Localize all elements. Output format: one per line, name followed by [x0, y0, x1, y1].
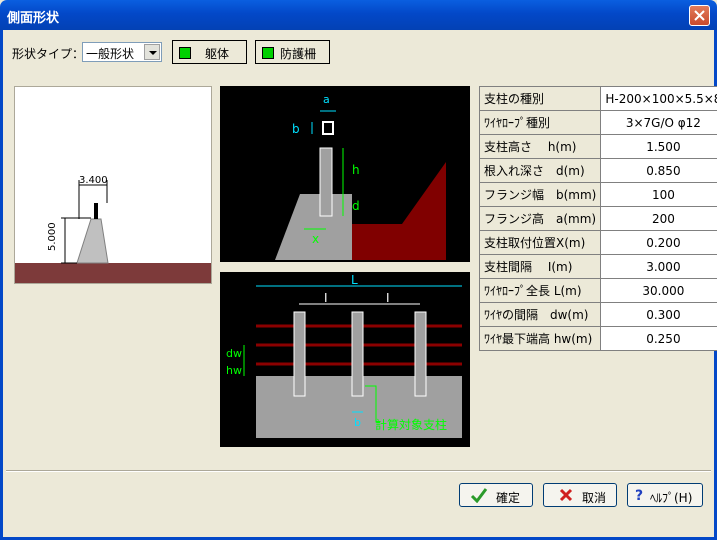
ok-button[interactable]: 確定	[459, 483, 533, 507]
total-length-label: L	[351, 273, 358, 287]
parameter-row: フランジ高 a(mm) 200	[478, 206, 717, 231]
elevation-drawing: L I I dw hw b 計算対象支柱	[226, 273, 462, 438]
toggle-body-label: 躯体	[205, 47, 230, 61]
parameter-row: 根入れ深さ d(m) 0.850	[478, 158, 717, 183]
parameter-value-cell[interactable]: 3.000	[600, 254, 717, 279]
post-center	[351, 311, 364, 397]
parameter-value-cell[interactable]: 0.300	[600, 302, 717, 327]
parameter-label: フランジ高 a(mm)	[478, 206, 602, 231]
post-column	[319, 147, 333, 217]
parameter-label: 支柱間隔 I(m)	[478, 254, 602, 279]
parameter-row: ﾜｲﾔ最下端高 hw(m) 0.250	[478, 326, 717, 351]
cross-section-drawing: a b h d x	[275, 93, 446, 260]
wire-spacing-label: dw	[226, 347, 242, 360]
shape-type-select[interactable]: 一般形状	[82, 42, 162, 62]
slope-section	[352, 162, 446, 260]
parameter-label: ﾜｲﾔﾛｰﾌﾟ種別	[478, 110, 602, 135]
width-dimension: 3.400	[79, 175, 108, 186]
divider	[6, 470, 711, 472]
post-marker	[94, 203, 98, 219]
post-left	[293, 311, 306, 397]
parameter-value-cell[interactable]: 30.000	[600, 278, 717, 303]
wire-bottom-height-label: hw	[226, 364, 242, 377]
chevron-down-icon[interactable]	[144, 44, 160, 60]
parameter-value-cell[interactable]: 0.250	[600, 326, 717, 351]
parameter-row: 支柱取付位置X(m) 0.200	[478, 230, 717, 255]
parameter-table: 支柱の種別 H-200×100×5.5×8 ﾜｲﾔﾛｰﾌﾟ種別 3×7G/O φ12 支…	[478, 86, 717, 351]
parameter-label: 根入れ深さ d(m)	[478, 158, 602, 183]
x-icon	[559, 488, 573, 502]
ground-layer	[15, 263, 211, 283]
h-section-icon	[322, 121, 334, 135]
post-height-label: h	[352, 163, 360, 177]
svg-text:?: ?	[635, 488, 643, 503]
flange-width-label: b	[292, 122, 300, 136]
flange-width-label: b	[354, 416, 361, 429]
post-spacing-label-1: I	[324, 291, 328, 305]
parameter-value-cell[interactable]: 100	[600, 182, 717, 207]
height-dimension: 5.000	[47, 222, 58, 251]
window-title: 側面形状	[7, 11, 60, 26]
parameter-row: ﾜｲﾔの間隔 dw(m) 0.300	[478, 302, 717, 327]
toggle-fence-label: 防護柵	[280, 47, 317, 61]
cross-section-panel: a b h d x	[220, 86, 470, 262]
elevation-panel: L I I dw hw b 計算対象支柱	[220, 272, 470, 447]
toggle-body-button[interactable]: 躯体	[172, 40, 247, 64]
parameter-label: 支柱取付位置X(m)	[478, 230, 602, 255]
parameter-value-cell[interactable]: 1.500	[600, 134, 717, 159]
flange-height-label: a	[323, 93, 330, 106]
title-bar: 側面形状	[0, 0, 717, 30]
parameter-label: ﾜｲﾔ最下端高 hw(m)	[478, 326, 602, 351]
parameter-label: 支柱の種別	[478, 86, 602, 111]
question-icon: ?	[635, 488, 643, 503]
ok-label: 確定	[496, 491, 521, 505]
parameter-row: ﾜｲﾔﾛｰﾌﾟ種別 3×7G/O φ12	[478, 110, 717, 135]
parameter-value-cell[interactable]: 3×7G/O φ12	[600, 110, 717, 135]
wall-section	[76, 218, 109, 264]
help-button[interactable]: ? ﾍﾙﾌﾟ(H)	[627, 483, 703, 507]
green-indicator-icon	[262, 47, 274, 59]
parameter-row: 支柱間隔 I(m) 3.000	[478, 254, 717, 279]
close-icon	[694, 10, 705, 21]
toggle-fence-button[interactable]: 防護柵	[255, 40, 330, 64]
cancel-label: 取消	[582, 491, 607, 505]
status-bar	[3, 517, 714, 537]
overall-preview-drawing: 3.400 5.000	[15, 175, 211, 283]
parameter-value-cell[interactable]: 0.200	[600, 230, 717, 255]
parameter-label: ﾜｲﾔの間隔 dw(m)	[478, 302, 602, 327]
shape-type-label: 形状タイプ：	[12, 47, 85, 61]
parameter-label: 支柱高さ h(m)	[478, 134, 602, 159]
green-indicator-icon	[179, 47, 191, 59]
parameter-row: 支柱高さ h(m) 1.500	[478, 134, 717, 159]
target-post-label: 計算対象支柱	[375, 417, 447, 432]
cancel-button[interactable]: 取消	[543, 483, 617, 507]
overall-preview: 3.400 5.000	[14, 86, 212, 284]
parameter-label: フランジ幅 b(mm)	[478, 182, 602, 207]
check-icon	[470, 488, 488, 503]
post-position-label: x	[312, 232, 319, 246]
parameter-row: 支柱の種別 H-200×100×5.5×8	[478, 86, 717, 111]
parameter-row: フランジ幅 b(mm) 100	[478, 182, 717, 207]
concrete-base	[275, 194, 352, 260]
parameter-row: ﾜｲﾔﾛｰﾌﾟ全長 L(m) 30.000	[478, 278, 717, 303]
parameter-value-cell[interactable]: 200	[600, 206, 717, 231]
post-right	[414, 311, 427, 397]
help-label: ﾍﾙﾌﾟ(H)	[650, 491, 693, 505]
parameter-value-cell[interactable]: H-200×100×5.5×8	[600, 86, 717, 111]
close-button[interactable]	[689, 5, 710, 26]
post-spacing-label-2: I	[386, 291, 390, 305]
shape-type-value: 一般形状	[86, 47, 135, 61]
parameter-value-cell[interactable]: 0.850	[600, 158, 717, 183]
parameter-label: ﾜｲﾔﾛｰﾌﾟ全長 L(m)	[478, 278, 602, 303]
embed-depth-label: d	[352, 199, 360, 213]
